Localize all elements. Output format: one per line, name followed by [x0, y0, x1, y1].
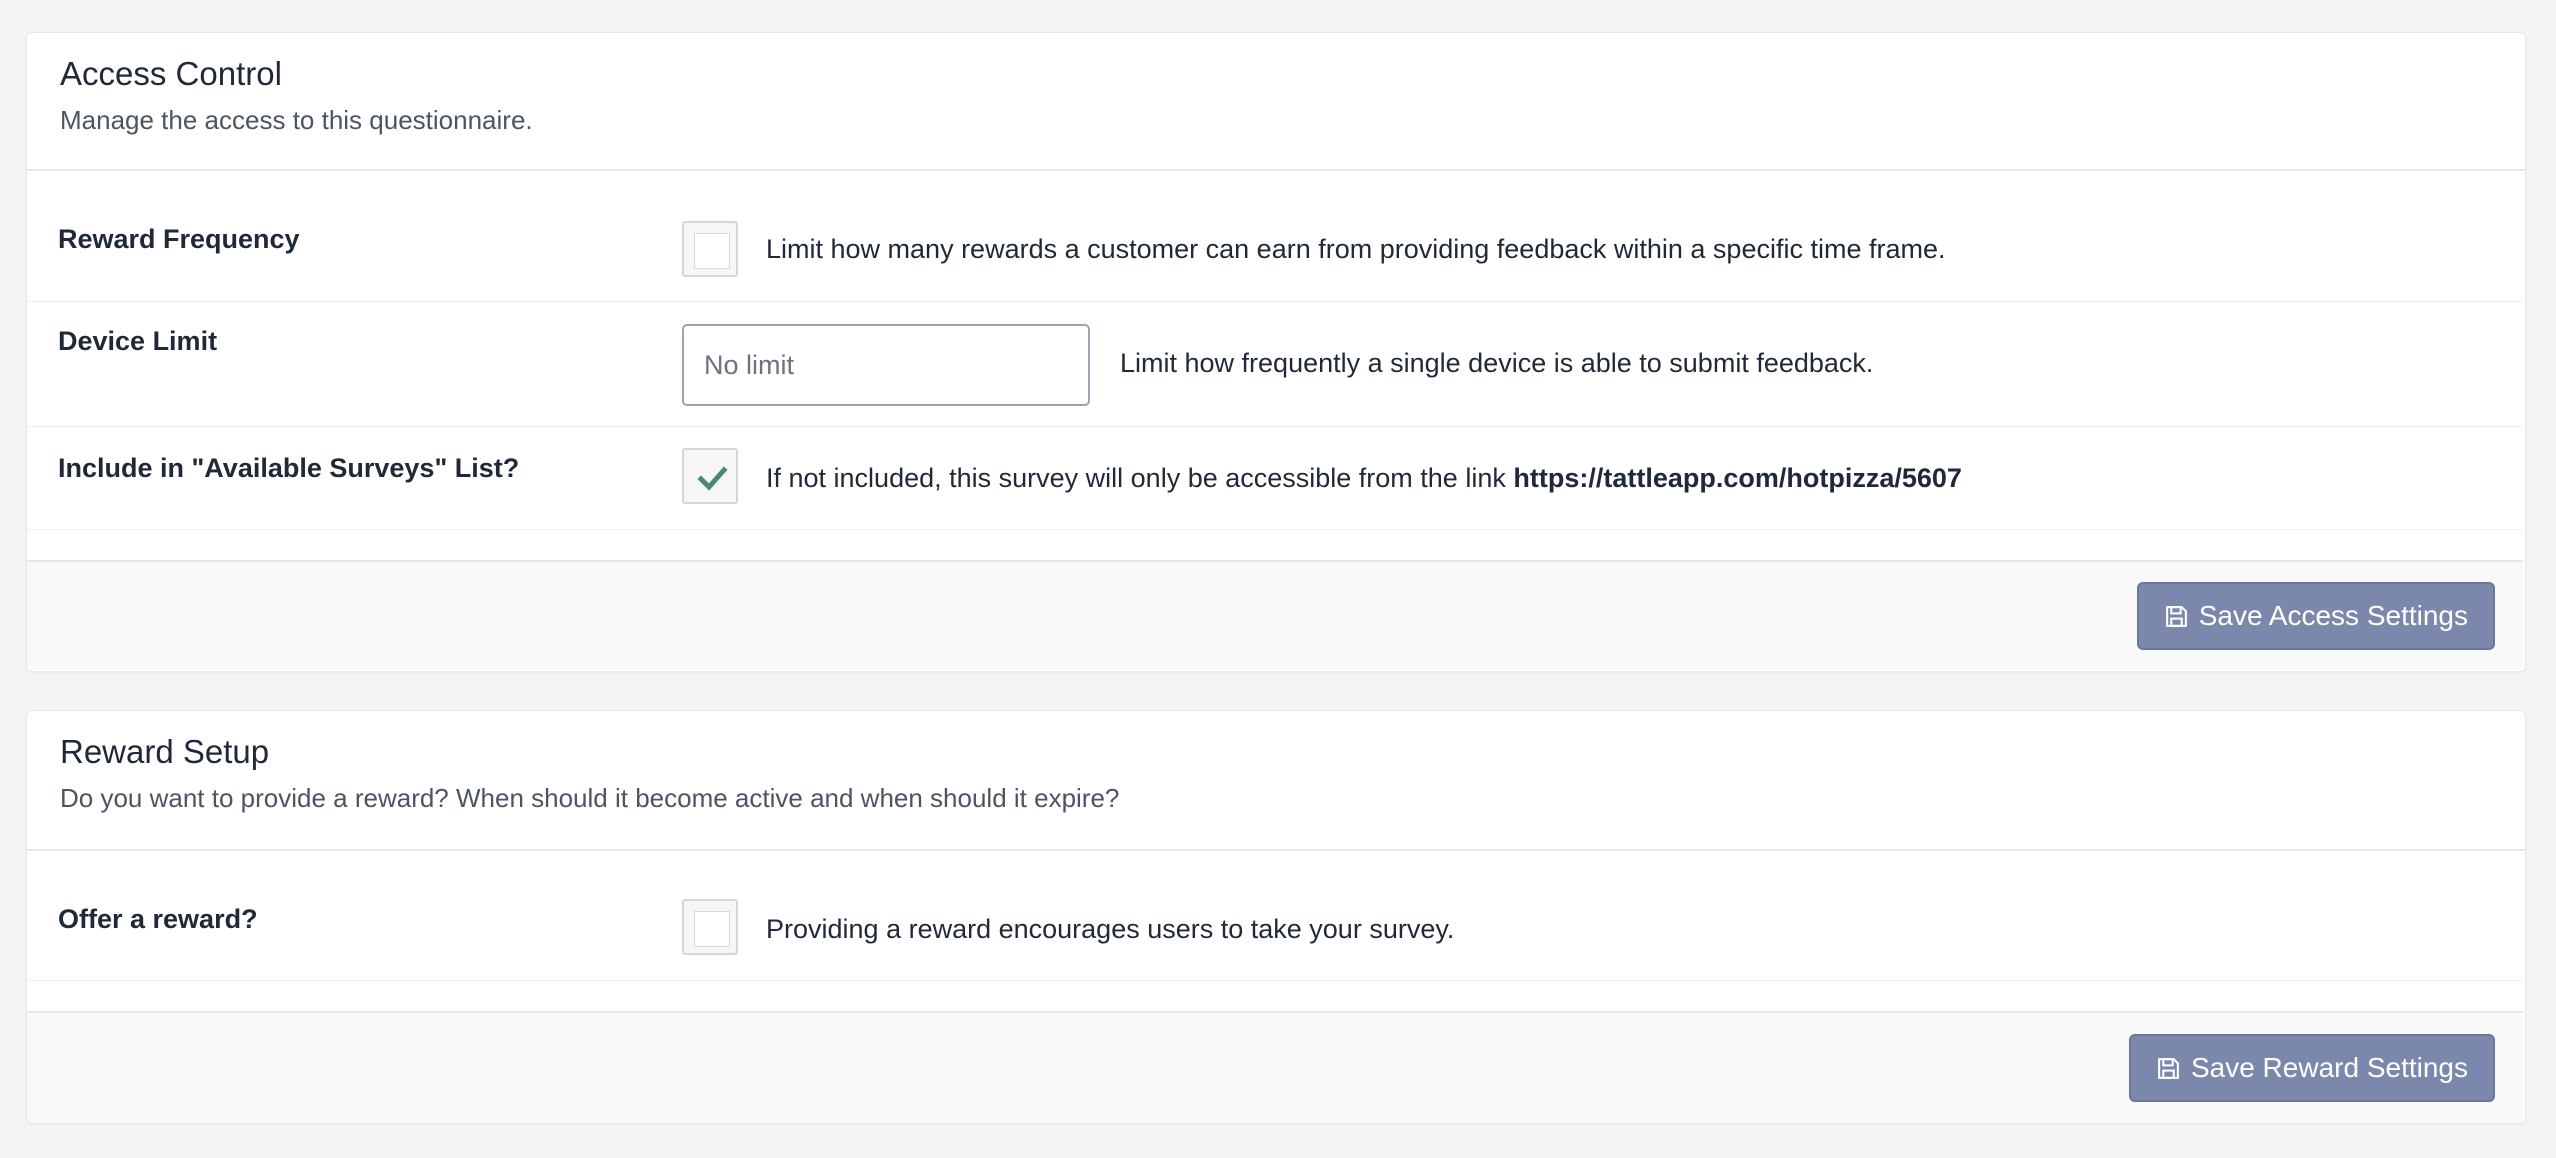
- reward-setup-header: Reward Setup Do you want to provide a re…: [27, 711, 2525, 851]
- offer-reward-checkbox[interactable]: [682, 899, 738, 955]
- offer-reward-checkbox-box: [694, 911, 730, 947]
- available-surveys-help: If not included, this survey will only b…: [766, 463, 1962, 494]
- offer-reward-help: Providing a reward encourages users to t…: [766, 914, 1455, 944]
- reward-frequency-help: Limit how many rewards a customer can ea…: [766, 234, 1946, 264]
- offer-reward-label: Offer a reward?: [58, 904, 258, 934]
- reward-setup-footer: Save Reward Settings: [27, 1011, 2523, 1123]
- reward-frequency-checkbox[interactable]: [682, 221, 738, 277]
- device-limit-help: Limit how frequently a single device is …: [1120, 348, 1874, 378]
- reward-frequency-checkbox-box: [694, 233, 730, 269]
- device-limit-row: Device Limit Limit how frequently a sing…: [27, 302, 2523, 427]
- device-limit-input[interactable]: [682, 324, 1090, 406]
- save-access-settings-label: Save Access Settings: [2198, 600, 2468, 631]
- available-surveys-label: Include in "Available Surveys" List?: [58, 453, 520, 483]
- reward-frequency-row: Reward Frequency Limit how many rewards …: [27, 170, 2523, 302]
- reward-frequency-label: Reward Frequency: [58, 224, 300, 254]
- save-reward-settings-label: Save Reward Settings: [2190, 1052, 2468, 1083]
- floppy-disk-icon: [2158, 1057, 2179, 1079]
- available-surveys-checkbox[interactable]: [682, 448, 738, 504]
- access-control-header: Access Control Manage the access to this…: [27, 33, 2525, 171]
- access-control-subtitle: Manage the access to this questionnaire.: [60, 105, 533, 135]
- floppy-disk-icon: [2165, 605, 2187, 627]
- save-access-settings-button[interactable]: Save Access Settings: [2136, 582, 2495, 650]
- access-control-footer: Save Access Settings: [27, 560, 2523, 670]
- reward-setup-subtitle: Do you want to provide a reward? When sh…: [60, 783, 1120, 813]
- save-reward-settings-button[interactable]: Save Reward Settings: [2128, 1034, 2495, 1102]
- device-limit-label: Device Limit: [58, 326, 218, 356]
- available-surveys-row: Include in "Available Surveys" List? If …: [27, 427, 2523, 530]
- access-control-title: Access Control: [60, 55, 282, 92]
- survey-link[interactable]: https://tattleapp.com/hotpizza/5607: [1513, 463, 1962, 493]
- reward-setup-title: Reward Setup: [60, 733, 270, 770]
- available-surveys-help-text: If not included, this survey will only b…: [766, 463, 1506, 493]
- check-icon: [697, 466, 728, 491]
- offer-reward-row: Offer a reward? Providing a reward encou…: [27, 851, 2523, 981]
